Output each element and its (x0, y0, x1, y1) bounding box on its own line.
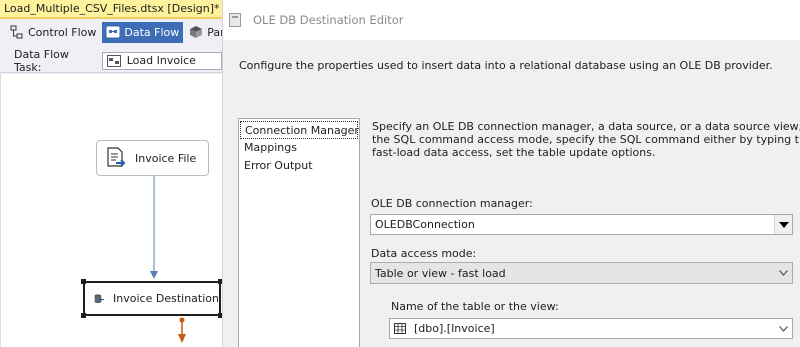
table-name-value: [dbo].[Invoice] (414, 322, 495, 335)
description-line: fast-load data access, set the table upd… (372, 146, 656, 159)
error-output-connector[interactable] (179, 317, 185, 323)
nav-item-error-output[interactable]: Error Output (239, 157, 359, 175)
tab-control-flow[interactable]: Control Flow (6, 22, 100, 43)
dialog-app-icon (229, 13, 241, 27)
connection-manager-dropdown[interactable]: OLEDBConnection (370, 214, 793, 235)
component-invoice-file[interactable]: Invoice File (96, 140, 209, 176)
table-icon (394, 323, 406, 334)
document-tab[interactable]: Load_Multiple_CSV_Files.dtsx [Design]* ⊕… (0, 0, 251, 19)
error-path-arrowhead (178, 334, 186, 343)
nav-item-mappings[interactable]: Mappings (239, 139, 359, 157)
dialog-title-bar[interactable]: OLE DB Destination Editor (223, 0, 800, 40)
package-designer: Load_Multiple_CSV_Files.dtsx [Design]* ⊕… (0, 0, 260, 347)
dialog-intro-text: Configure the properties used to insert … (239, 59, 773, 72)
component-invoice-destination[interactable]: Invoice Destination (81, 279, 223, 318)
chevron-down-icon[interactable] (774, 319, 792, 338)
chevron-down-icon[interactable] (774, 263, 792, 283)
data-flow-task-selector: Data Flow Task: Load Invoice (0, 47, 222, 74)
connection-manager-value: OLEDBConnection (375, 218, 475, 231)
selection-handle[interactable] (81, 313, 86, 318)
page-description: Specify an OLE DB connection manager, a … (372, 120, 800, 159)
data-access-mode-dropdown[interactable]: Table or view - fast load (370, 262, 793, 284)
data-flow-task-label: Data Flow Task: (14, 47, 69, 74)
data-flow-task-icon (106, 54, 121, 67)
connection-manager-label: OLE DB connection manager: (371, 197, 533, 210)
data-flow-task-dropdown[interactable]: Load Invoice (101, 51, 222, 70)
tab-label: Control Flow (28, 25, 97, 39)
data-flow-task-value: Load Invoice (126, 54, 196, 67)
flat-file-source-icon (107, 147, 126, 167)
table-name-dropdown[interactable]: [dbo].[Invoice] (389, 318, 793, 339)
table-name-label: Name of the table or the view: (391, 300, 559, 313)
page-nav-list: Connection Manager Mappings Error Output (238, 118, 360, 347)
parameters-icon (190, 26, 203, 38)
dialog-title: OLE DB Destination Editor (253, 13, 404, 27)
component-name: Invoice File (135, 151, 197, 165)
description-line: the SQL command access mode, specify the… (372, 133, 800, 146)
data-flow-canvas[interactable]: Invoice File Invoice Destination (0, 74, 223, 347)
oledb-destination-editor-dialog: OLE DB Destination Editor Configure the … (222, 0, 800, 347)
document-tab-title: Load_Multiple_CSV_Files.dtsx [Design]* (4, 2, 220, 15)
control-flow-icon (10, 25, 23, 39)
data-access-mode-label: Data access mode: (371, 247, 477, 260)
data-path-arrowhead (150, 271, 158, 279)
selection-handle[interactable] (81, 279, 86, 284)
description-line: Specify an OLE DB connection manager, a … (372, 120, 800, 133)
data-access-mode-value: Table or view - fast load (375, 266, 506, 280)
designer-tabs: Control Flow Data Flow Paramete (0, 19, 260, 45)
dropdown-arrow-icon[interactable] (774, 215, 792, 234)
tab-data-flow[interactable]: Data Flow (102, 21, 184, 43)
tab-label: Data Flow (124, 25, 180, 39)
component-name: Invoice Destination (113, 292, 219, 305)
nav-item-connection-manager[interactable]: Connection Manager (240, 121, 359, 139)
data-flow-icon (106, 26, 120, 38)
connection-manager-page: Specify an OLE DB connection manager, a … (370, 118, 800, 347)
oledb-destination-icon (94, 293, 104, 303)
